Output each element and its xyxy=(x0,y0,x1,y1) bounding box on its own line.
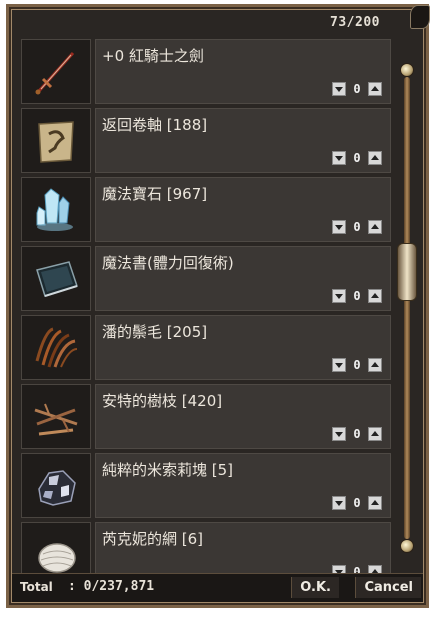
increase-button[interactable] xyxy=(368,151,382,165)
item-name: 魔法寶石 [967] xyxy=(102,185,208,203)
item-list: +0 紅騎士之劍 0 返回卷軸 [188] 0 魔法寶石 [967] 0 魔法書… xyxy=(21,39,391,574)
list-item[interactable]: 潘的鬃毛 [205] 0 xyxy=(21,315,391,380)
increase-button[interactable] xyxy=(368,496,382,510)
quantity-stepper[interactable]: 0 xyxy=(332,496,382,510)
increase-button[interactable] xyxy=(368,358,382,372)
decrease-button[interactable] xyxy=(332,427,346,441)
total-label: Total xyxy=(20,580,53,594)
item-info: 魔法書(體力回復術) 0 xyxy=(95,246,391,311)
quantity-value: 0 xyxy=(353,358,361,372)
spellbook-icon xyxy=(21,246,91,311)
increase-button[interactable] xyxy=(368,289,382,303)
quantity-value: 0 xyxy=(353,289,361,303)
item-name: 魔法書(體力回復術) xyxy=(102,254,234,272)
quantity-value: 0 xyxy=(353,151,361,165)
list-item[interactable]: 返回卷軸 [188] 0 xyxy=(21,108,391,173)
pan-mane-icon xyxy=(21,315,91,380)
item-info: 芮克妮的網 [6] 0 xyxy=(95,522,391,574)
scroll-down-knob-icon[interactable] xyxy=(400,539,414,553)
item-info: +0 紅騎士之劍 0 xyxy=(95,39,391,104)
item-info: 返回卷軸 [188] 0 xyxy=(95,108,391,173)
decrease-button[interactable] xyxy=(332,220,346,234)
increase-button[interactable] xyxy=(368,220,382,234)
list-item[interactable]: 魔法寶石 [967] 0 xyxy=(21,177,391,242)
corner-ornament-icon xyxy=(410,5,430,29)
quantity-stepper[interactable]: 0 xyxy=(332,358,382,372)
list-item[interactable]: +0 紅騎士之劍 0 xyxy=(21,39,391,104)
item-info: 潘的鬃毛 [205] 0 xyxy=(95,315,391,380)
increase-button[interactable] xyxy=(368,427,382,441)
inventory-capacity: 73/200 xyxy=(330,15,380,30)
item-name: 芮克妮的網 [6] xyxy=(102,530,204,548)
list-item[interactable]: 芮克妮的網 [6] 0 xyxy=(21,522,391,574)
item-name: 純粹的米索莉塊 [5] xyxy=(102,461,234,479)
ok-button[interactable]: O.K. xyxy=(291,577,339,598)
decrease-button[interactable] xyxy=(332,289,346,303)
list-item[interactable]: 魔法書(體力回復術) 0 xyxy=(21,246,391,311)
ent-branch-icon xyxy=(21,384,91,449)
item-info: 安特的樹枝 [420] 0 xyxy=(95,384,391,449)
item-info: 純粹的米索莉塊 [5] 0 xyxy=(95,453,391,518)
decrease-button[interactable] xyxy=(332,358,346,372)
item-name: 安特的樹枝 [420] xyxy=(102,392,223,410)
mithril-ore-icon xyxy=(21,453,91,518)
item-name: 潘的鬃毛 [205] xyxy=(102,323,208,341)
quantity-value: 0 xyxy=(353,82,361,96)
footer-bar: Total : 0/237,871 O.K. Cancel xyxy=(12,573,423,602)
quantity-value: 0 xyxy=(353,427,361,441)
scroll-up-knob-icon[interactable] xyxy=(400,63,414,77)
red-knight-sword-icon xyxy=(21,39,91,104)
quantity-value: 0 xyxy=(353,496,361,510)
decrease-button[interactable] xyxy=(332,82,346,96)
list-item[interactable]: 純粹的米索莉塊 [5] 0 xyxy=(21,453,391,518)
item-name: +0 紅騎士之劍 xyxy=(102,47,204,65)
item-name: 返回卷軸 [188] xyxy=(102,116,208,134)
cancel-button[interactable]: Cancel xyxy=(355,577,421,598)
arachne-web-icon xyxy=(21,522,91,574)
item-info: 魔法寶石 [967] 0 xyxy=(95,177,391,242)
quantity-stepper[interactable]: 0 xyxy=(332,427,382,441)
scroll-thumb[interactable] xyxy=(397,243,417,301)
return-scroll-icon xyxy=(21,108,91,173)
quantity-stepper[interactable]: 0 xyxy=(332,82,382,96)
decrease-button[interactable] xyxy=(332,151,346,165)
decrease-button[interactable] xyxy=(332,496,346,510)
quantity-stepper[interactable]: 0 xyxy=(332,289,382,303)
scrollbar[interactable] xyxy=(397,63,417,553)
magic-gem-icon xyxy=(21,177,91,242)
shop-window: 73/200 +0 紅騎士之劍 0 返回卷軸 [188] 0 魔法寶石 [967… xyxy=(6,4,430,608)
total-value: : 0/237,871 xyxy=(68,579,155,594)
scroll-track[interactable] xyxy=(404,77,410,539)
increase-button[interactable] xyxy=(368,82,382,96)
list-item[interactable]: 安特的樹枝 [420] 0 xyxy=(21,384,391,449)
quantity-stepper[interactable]: 0 xyxy=(332,151,382,165)
quantity-stepper[interactable]: 0 xyxy=(332,220,382,234)
quantity-value: 0 xyxy=(353,220,361,234)
